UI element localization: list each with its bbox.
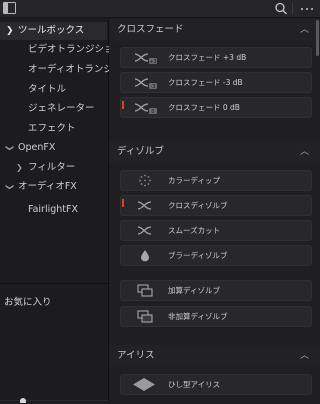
sidebar-item-audio-transitions[interactable]: オーディオトランジ...	[28, 61, 122, 79]
effects-content: クロスフェード ︿ +3 クロスフェード +3 dB -3 クロスフェード -3…	[109, 18, 320, 403]
sidebar-bottom-divider	[0, 400, 108, 401]
chevron-down-icon: ❯	[6, 26, 14, 36]
effect-item-crossfade-plus3[interactable]: +3 クロスフェード +3 dB	[120, 47, 312, 68]
top-toolbar	[0, 0, 320, 18]
effect-item-label: クロスフェード -3 dB	[168, 78, 243, 87]
effect-item-diamond-iris[interactable]: ひし型アイリス	[120, 374, 312, 395]
sidebar-item-label: エフェクト	[28, 123, 76, 134]
crossfade-minus-icon: -3	[134, 78, 157, 90]
additive-dissolve-icon	[137, 284, 153, 297]
section-title: アイリス	[117, 350, 155, 361]
effect-item-color-dip[interactable]: カラーディップ	[120, 170, 312, 191]
effects-sidebar: ❯ ツールボックス ビデオトランジション オーディオトランジ... タイトル ジ…	[0, 18, 123, 404]
effect-item-label: ブラーディゾルブ	[168, 251, 228, 260]
sidebar-item-label: オーディオFX	[18, 181, 77, 192]
sidebar-item-toolbox[interactable]: ❯ ツールボックス	[0, 22, 107, 40]
svg-text:+3: +3	[149, 59, 156, 65]
sidebar-item-fairlight-fx[interactable]: FairlightFX	[28, 201, 78, 219]
search-icon[interactable]	[273, 1, 289, 16]
svg-text:-3: -3	[151, 84, 156, 90]
non-additive-dissolve-icon	[137, 310, 153, 323]
effect-item-label: クロスフェード +3 dB	[168, 53, 247, 62]
sidebar-item-generators[interactable]: ジェネレーター	[28, 100, 95, 118]
chevron-up-icon[interactable]: ︿	[300, 19, 309, 41]
effect-item-crossfade-minus3[interactable]: -3 クロスフェード -3 dB	[120, 72, 312, 93]
chevron-down-icon: ❯	[5, 183, 15, 191]
effect-item-crossfade-0[interactable]: 0 クロスフェード 0 dB	[120, 97, 312, 118]
diamond-iris-icon	[133, 378, 155, 391]
content-scrollbar[interactable]	[316, 20, 319, 56]
resize-handle-icon[interactable]	[20, 398, 26, 403]
effect-item-label: クロスフェード 0 dB	[168, 103, 240, 112]
section-header-iris[interactable]: アイリス ︿	[109, 345, 320, 367]
crossfade-zero-icon: 0	[134, 103, 157, 115]
sidebar-item-openfx[interactable]: ❯ OpenFX	[0, 139, 107, 157]
sidebar-item-label: ツールボックス	[18, 25, 85, 36]
effect-item-label: 加算ディゾルブ	[168, 286, 220, 295]
sidebar-item-label: オーディオトランジ...	[28, 64, 122, 75]
effect-item-label: ひし型アイリス	[168, 380, 221, 389]
effect-item-label: 非加算ディゾルブ	[168, 312, 228, 321]
panel-toggle-icon[interactable]	[3, 2, 16, 14]
marker-flag-icon	[122, 101, 124, 109]
chevron-right-icon: ❯	[16, 163, 23, 172]
drop-icon	[141, 250, 149, 262]
sidebar-item-label: ジェネレーター	[28, 103, 95, 114]
sidebar-item-label: OpenFX	[18, 142, 56, 153]
effect-item-cross-dissolve[interactable]: クロスディゾルブ	[120, 195, 312, 216]
effect-item-blur-dissolve[interactable]: ブラーディゾルブ	[120, 245, 312, 266]
sidebar-item-label: タイトル	[28, 84, 67, 95]
section-header-crossfade[interactable]: クロスフェード ︿	[109, 19, 320, 41]
chevron-up-icon[interactable]: ︿	[300, 141, 309, 163]
effect-item-label: クロスディゾルブ	[168, 201, 228, 210]
sidebar-item-label: フィルター	[28, 162, 76, 173]
chevron-up-icon[interactable]: ︿	[300, 345, 309, 367]
effect-item-smooth-cut[interactable]: スムーズカット	[120, 220, 312, 241]
favorites-label: お気に入り	[4, 297, 52, 308]
svg-text:0: 0	[151, 109, 154, 115]
sidebar-item-titles[interactable]: タイトル	[28, 81, 66, 99]
marker-flag-icon	[122, 199, 124, 207]
chevron-down-icon: ❯	[5, 144, 15, 152]
effect-item-label: スムーズカット	[168, 226, 221, 235]
section-title: クロスフェード	[117, 24, 184, 35]
effect-item-non-additive-dissolve[interactable]: 非加算ディゾルブ	[120, 306, 312, 327]
cross-dissolve-icon	[137, 201, 152, 210]
sidebar-item-effects[interactable]: エフェクト	[28, 120, 76, 138]
sidebar-item-label: FairlightFX	[28, 204, 78, 215]
sidebar-item-filters[interactable]: ❯ フィルター	[0, 159, 107, 177]
more-options-icon[interactable]	[298, 1, 316, 16]
section-header-dissolve[interactable]: ディゾルブ ︿	[109, 141, 320, 163]
effect-item-additive-dissolve[interactable]: 加算ディゾルブ	[120, 280, 312, 301]
sidebar-item-audio-fx[interactable]: ❯ オーディオFX	[0, 178, 107, 196]
section-title: ディゾルブ	[117, 146, 164, 157]
toolbar-divider	[292, 3, 293, 14]
crossfade-plus-icon: +3	[134, 53, 157, 65]
favorites-panel: お気に入り	[0, 283, 108, 404]
effect-item-label: カラーディップ	[168, 176, 220, 185]
smooth-cut-icon	[137, 226, 152, 235]
dots-icon	[139, 174, 151, 187]
